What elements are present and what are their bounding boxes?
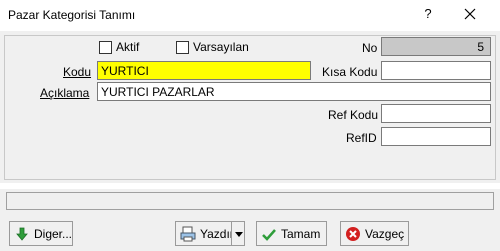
status-text [6,192,494,210]
no-field: 5 [381,37,491,56]
ref-id-input[interactable] [381,127,491,146]
button-bar [0,213,500,251]
aktif-checkbox[interactable]: Aktif [99,40,139,54]
no-label: No [362,41,378,55]
kisa-kodu-input[interactable] [381,61,491,80]
kodu-input[interactable]: YURTICI [97,61,311,80]
kisa-kodu-label: Kısa Kodu [322,65,378,79]
tamam-label: Tamam [281,226,321,241]
tamam-button[interactable]: Tamam [256,221,327,246]
aktif-checkbox-box[interactable] [99,40,112,54]
cancel-icon [345,226,361,242]
diger-label: Diger... [34,226,73,241]
checkmark-icon [261,226,277,242]
diger-button[interactable]: Diger... [9,221,73,246]
vazgec-button[interactable]: Vazgeç [340,221,409,246]
varsayilan-label: Varsayılan [193,40,249,54]
vazgec-label: Vazgeç [365,226,405,241]
help-button[interactable]: ? [418,4,438,24]
aktif-label: Aktif [116,40,140,54]
print-icon [180,226,196,242]
varsayilan-checkbox-box[interactable] [176,40,189,54]
kodu-label: Kodu [63,65,92,79]
yazdir-dropdown-button[interactable] [231,221,245,246]
ref-id-label: RefID [346,131,377,145]
yazdir-button[interactable]: Yazdır [175,221,234,246]
title-bar: Pazar Kategorisi Tanımı ? [0,0,500,31]
aciklama-label-text: Açıklama [40,86,90,100]
ref-kodu-input[interactable] [381,104,491,123]
aciklama-label: Açıklama [40,86,89,100]
close-icon [464,8,476,20]
yazdir-label: Yazdır [200,226,234,241]
ref-kodu-label: Ref Kodu [328,108,379,122]
aciklama-input[interactable]: YURTICI PAZARLAR [97,82,491,101]
close-button[interactable] [458,4,482,24]
window-title: Pazar Kategorisi Tanımı [8,8,136,22]
arrow-down-icon [14,226,30,242]
varsayilan-checkbox[interactable]: Varsayılan [176,40,249,54]
